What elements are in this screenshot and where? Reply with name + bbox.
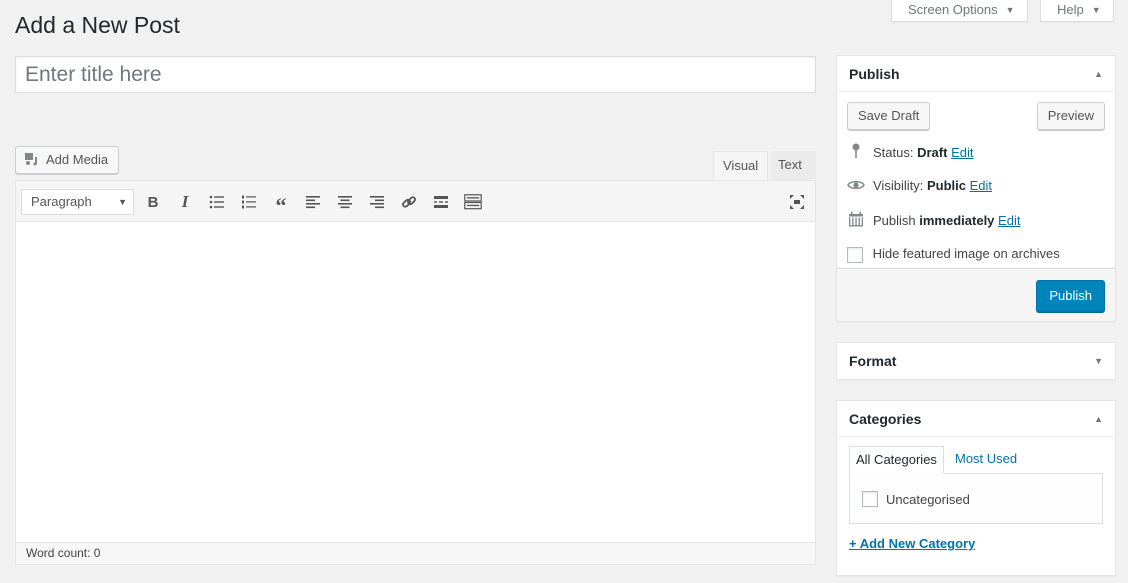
collapse-arrow-icon[interactable]: ▲ xyxy=(1094,56,1103,92)
numbered-list-button[interactable] xyxy=(238,191,260,213)
post-title-input[interactable]: Enter title here xyxy=(15,56,816,93)
caret-down-icon: ▼ xyxy=(1005,5,1015,15)
format-box: Format ▼ xyxy=(836,342,1116,380)
tab-all-categories[interactable]: All Categories xyxy=(849,446,944,474)
align-center-icon xyxy=(338,196,352,209)
edit-status-link[interactable]: Edit xyxy=(951,145,973,160)
caret-down-icon: ▼ xyxy=(1091,5,1101,15)
link-icon xyxy=(402,196,416,208)
align-right-button[interactable] xyxy=(366,191,388,213)
category-item: Uncategorised xyxy=(862,491,970,507)
schedule-value: immediately xyxy=(919,212,995,228)
hide-featured-checkbox[interactable] xyxy=(847,246,863,263)
edit-schedule-link[interactable]: Edit xyxy=(998,213,1020,228)
post-editor: Paragraph ▼ B I “ Word count: 0 xyxy=(15,180,816,565)
bulleted-list-icon xyxy=(209,195,224,209)
category-checkbox[interactable] xyxy=(862,491,878,507)
hide-featured-row: Hide featured image on archives xyxy=(847,245,1060,263)
calendar-icon xyxy=(847,211,865,232)
read-more-button[interactable] xyxy=(430,191,452,213)
format-select-value: Paragraph xyxy=(31,194,92,209)
editor-toolbar: Paragraph ▼ B I “ xyxy=(16,181,815,222)
insert-link-button[interactable] xyxy=(398,191,420,213)
numbered-list-icon xyxy=(242,195,256,209)
format-select[interactable]: Paragraph ▼ xyxy=(21,189,134,215)
caret-down-icon: ▼ xyxy=(118,197,127,207)
edit-visibility-link[interactable]: Edit xyxy=(970,178,992,193)
post-status-value: Draft xyxy=(917,144,948,160)
collapse-arrow-icon[interactable]: ▲ xyxy=(1094,401,1103,437)
italic-icon: I xyxy=(181,192,189,211)
bulleted-list-button[interactable] xyxy=(206,191,228,213)
tab-most-used[interactable]: Most Used xyxy=(949,446,1023,472)
format-box-header[interactable]: Format ▼ xyxy=(837,343,1115,379)
italic-button[interactable]: I xyxy=(174,191,196,213)
read-more-icon xyxy=(434,196,448,208)
screen-options-label: Screen Options xyxy=(908,2,998,17)
format-box-title: Format xyxy=(849,353,897,369)
publish-box: Publish ▲ Save Draft Preview Status: Dra… xyxy=(836,55,1116,322)
eye-icon xyxy=(847,178,865,196)
page-title: Add a New Post xyxy=(15,12,180,38)
align-left-icon xyxy=(306,196,320,209)
editor-content-area[interactable] xyxy=(16,223,815,543)
post-status-row: Status: Draft Edit xyxy=(847,143,973,164)
blockquote-button[interactable]: “ xyxy=(270,191,292,218)
preview-button[interactable]: Preview xyxy=(1036,102,1105,130)
align-left-button[interactable] xyxy=(302,191,324,213)
major-publishing-actions: Publish xyxy=(837,268,1115,321)
align-center-button[interactable] xyxy=(334,191,356,213)
help-label: Help xyxy=(1057,2,1084,17)
keyboard-icon xyxy=(464,194,482,210)
tab-visual[interactable]: Visual xyxy=(713,151,769,180)
category-label: Uncategorised xyxy=(886,492,970,507)
visibility-value: Public xyxy=(926,178,966,193)
publish-box-title: Publish xyxy=(849,66,900,82)
word-count: Word count: 0 xyxy=(16,542,815,564)
blockquote-icon: “ xyxy=(275,193,287,218)
publish-button[interactable]: Publish xyxy=(1036,280,1105,312)
media-icon xyxy=(24,150,40,166)
help-button[interactable]: Help ▼ xyxy=(1040,0,1114,22)
title-placeholder: Enter title here xyxy=(25,63,162,86)
categories-box-header[interactable]: Categories ▲ xyxy=(837,401,1115,437)
bold-button[interactable]: B xyxy=(142,191,164,213)
distraction-free-button[interactable] xyxy=(786,191,808,213)
visibility-row: Visibility: Public Edit xyxy=(847,177,992,196)
pin-icon xyxy=(847,143,865,164)
add-media-label: Add Media xyxy=(46,152,109,167)
save-draft-button[interactable]: Save Draft xyxy=(847,102,931,130)
hide-featured-label: Hide featured image on archives xyxy=(872,246,1060,261)
fullscreen-icon xyxy=(790,195,804,209)
bold-icon: B xyxy=(147,193,159,211)
category-checklist: Uncategorised xyxy=(849,473,1103,524)
align-right-icon xyxy=(370,196,384,209)
tab-text[interactable]: Text xyxy=(771,151,816,180)
categories-box: Categories ▲ All Categories Most Used Un… xyxy=(836,400,1116,576)
toolbar-toggle-button[interactable] xyxy=(462,191,484,213)
add-new-category-link[interactable]: + Add New Category xyxy=(849,536,975,551)
publish-schedule-row: Publish immediately Edit xyxy=(847,211,1020,232)
expand-arrow-icon[interactable]: ▼ xyxy=(1094,343,1103,379)
publish-box-header[interactable]: Publish ▲ xyxy=(837,56,1115,92)
screen-options-button[interactable]: Screen Options ▼ xyxy=(891,0,1028,22)
categories-box-title: Categories xyxy=(849,411,922,427)
add-media-button[interactable]: Add Media xyxy=(15,146,120,174)
